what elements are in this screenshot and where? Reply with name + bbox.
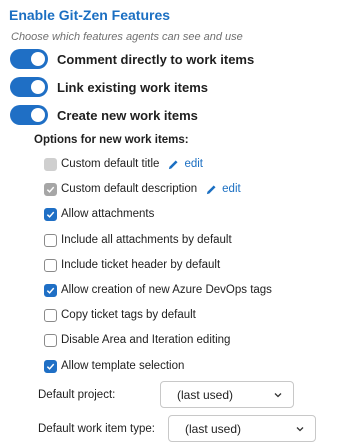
comment-toggle[interactable] xyxy=(10,49,48,69)
template-selection-checkbox[interactable] xyxy=(44,359,57,373)
option-custom-description: Custom default description edit xyxy=(44,181,241,197)
edit-label: edit xyxy=(222,183,241,195)
select-value: (last used) xyxy=(177,387,234,402)
option-disable-area: Disable Area and Iteration editing xyxy=(44,332,230,348)
pencil-icon xyxy=(207,184,216,194)
include-attachments-checkbox[interactable] xyxy=(44,233,57,247)
disable-area-checkbox[interactable] xyxy=(44,333,57,347)
option-label: Custom default description xyxy=(61,183,198,195)
chevron-down-icon xyxy=(274,392,282,397)
create-toggle[interactable] xyxy=(10,105,48,125)
default-work-item-type-label: Default work item type: xyxy=(38,423,155,435)
page-subtitle: Choose which features agents can see and… xyxy=(11,31,243,43)
toggle-knob xyxy=(31,108,45,122)
checkmark-icon xyxy=(46,211,55,218)
default-project-label: Default project: xyxy=(38,389,116,401)
option-label: Allow attachments xyxy=(61,208,155,220)
default-work-item-type-select[interactable]: (last used) xyxy=(168,415,316,442)
toggle-row-create: Create new work items xyxy=(10,105,198,125)
option-include-attachments: Include all attachments by default xyxy=(44,232,232,248)
option-template-selection: Allow template selection xyxy=(44,358,184,374)
toggle-knob xyxy=(31,80,45,94)
create-tags-checkbox[interactable] xyxy=(44,283,57,297)
option-label: Include all attachments by default xyxy=(61,234,232,246)
option-copy-tags: Copy ticket tags by default xyxy=(44,307,196,323)
custom-description-checkbox[interactable] xyxy=(44,182,57,196)
checkmark-icon xyxy=(46,287,55,294)
option-allow-attachments: Allow attachments xyxy=(44,206,154,222)
option-custom-title: Custom default title edit xyxy=(44,156,203,172)
toggle-row-link: Link existing work items xyxy=(10,77,208,97)
option-label: Custom default title xyxy=(61,158,160,170)
checkmark-icon xyxy=(46,186,55,193)
link-toggle[interactable] xyxy=(10,77,48,97)
allow-attachments-checkbox[interactable] xyxy=(44,207,57,221)
select-value: (last used) xyxy=(185,421,242,436)
option-label: Copy ticket tags by default xyxy=(61,309,196,321)
edit-label: edit xyxy=(184,158,203,170)
option-include-header: Include ticket header by default xyxy=(44,257,220,273)
chevron-down-icon xyxy=(296,426,304,431)
options-heading: Options for new work items: xyxy=(34,134,189,146)
toggle-row-comment: Comment directly to work items xyxy=(10,49,254,69)
option-create-tags: Allow creation of new Azure DevOps tags xyxy=(44,282,272,298)
include-header-checkbox[interactable] xyxy=(44,258,57,272)
option-label: Allow template selection xyxy=(61,360,185,372)
checkmark-icon xyxy=(46,363,55,370)
default-project-select[interactable]: (last used) xyxy=(160,381,294,408)
copy-tags-checkbox[interactable] xyxy=(44,308,57,322)
custom-title-checkbox[interactable] xyxy=(44,157,57,171)
toggle-label-create: Create new work items xyxy=(57,107,198,123)
toggle-label-link: Link existing work items xyxy=(57,79,208,95)
option-label: Allow creation of new Azure DevOps tags xyxy=(61,284,272,296)
edit-description-link[interactable]: edit xyxy=(206,183,241,195)
edit-title-link[interactable]: edit xyxy=(168,158,203,170)
page-title: Enable Git-Zen Features xyxy=(9,7,171,23)
option-label: Disable Area and Iteration editing xyxy=(61,334,231,346)
toggle-label-comment: Comment directly to work items xyxy=(57,51,255,67)
toggle-knob xyxy=(31,52,45,66)
pencil-icon xyxy=(169,159,178,169)
option-label: Include ticket header by default xyxy=(61,259,221,271)
